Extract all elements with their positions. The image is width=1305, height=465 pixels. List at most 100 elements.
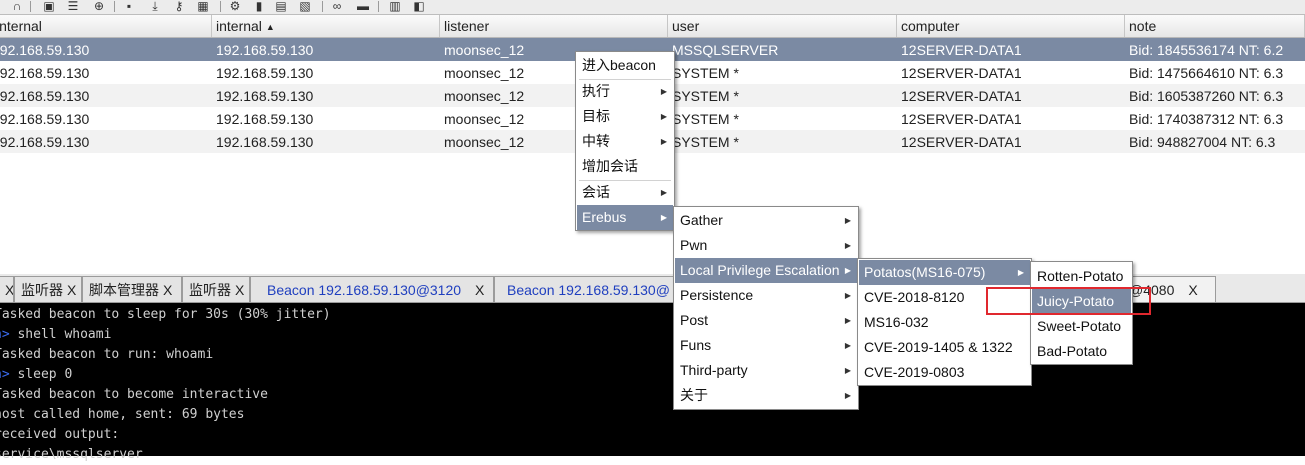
- cell-user: SYSTEM *: [672, 88, 739, 104]
- save-icon[interactable]: ▪: [122, 0, 136, 12]
- column-header-user[interactable]: user: [668, 15, 897, 37]
- sort-ascending-icon: ▲: [265, 22, 275, 32]
- list-icon[interactable]: ☰: [66, 0, 80, 12]
- cell-listener: moonsec_12: [444, 65, 525, 81]
- menu-item-erebus[interactable]: Erebus ▶: [577, 205, 673, 230]
- menu-item-cve-2019-1405-1322[interactable]: CVE-2019-1405 & 1322: [859, 335, 1030, 360]
- terminal-icon[interactable]: ▣: [42, 0, 56, 12]
- notes-icon[interactable]: ▥: [388, 0, 402, 12]
- menu-item-target[interactable]: 目标 ▶: [577, 104, 673, 129]
- cell-external: 192.168.59.130: [0, 42, 90, 58]
- submenu-arrow-icon: ▶: [844, 266, 851, 275]
- menu-item-funs[interactable]: Funs ▶: [675, 333, 857, 358]
- tab-listeners[interactable]: 监听器 X: [14, 276, 82, 302]
- menu-item-local-privilege-escalation[interactable]: Local Privilege Escalation ▶: [675, 258, 857, 283]
- submenu-arrow-icon: ▶: [660, 188, 667, 197]
- sessions-table-header: internal internal ▲ listener user compute…: [0, 15, 1305, 38]
- column-header-internal[interactable]: internal ▲: [212, 15, 440, 37]
- menu-item-pivot[interactable]: 中转 ▶: [577, 129, 673, 154]
- image-icon[interactable]: ▦: [196, 0, 210, 12]
- menu-item-execute[interactable]: 执行 ▶: [577, 79, 673, 104]
- menu-item-post[interactable]: Post ▶: [675, 308, 857, 333]
- submenu-arrow-icon: ▶: [844, 291, 851, 300]
- download-icon[interactable]: ⤓: [148, 0, 162, 12]
- close-tab-icon[interactable]: X: [475, 282, 484, 298]
- menu-item-spawn-session[interactable]: 增加会话: [577, 154, 673, 179]
- close-tab-icon[interactable]: X: [1188, 282, 1197, 298]
- menu-item-sweet-potato[interactable]: Sweet-Potato: [1032, 314, 1131, 339]
- coffee-icon[interactable]: ▮: [252, 0, 266, 12]
- submenu-arrow-icon: ▶: [844, 341, 851, 350]
- cell-computer: 12SERVER-DATA1: [901, 42, 1022, 58]
- gear-icon[interactable]: ⚙: [228, 0, 242, 12]
- cell-user: SYSTEM *: [672, 111, 739, 127]
- tab-event-log[interactable]: X: [0, 276, 14, 302]
- tab-listeners-2[interactable]: 监听器 X: [182, 276, 250, 302]
- menu-item-third-party[interactable]: Third-party ▶: [675, 358, 857, 383]
- menu-item-cve-2019-0803[interactable]: CVE-2019-0803: [859, 360, 1030, 385]
- column-header-note[interactable]: note: [1125, 15, 1305, 37]
- submenu-arrow-icon: ▶: [660, 137, 667, 146]
- menu-item-gather[interactable]: Gather ▶: [675, 208, 857, 233]
- submenu-arrow-icon: ▶: [844, 366, 851, 375]
- console-line: n> sleep 0: [0, 367, 73, 382]
- close-tab-icon[interactable]: X: [235, 282, 244, 298]
- link-icon[interactable]: ∞: [330, 0, 344, 12]
- target-icon[interactable]: ⊕: [92, 0, 106, 12]
- column-header-listener[interactable]: listener: [440, 15, 668, 37]
- console-line: service\mssqlserver: [0, 447, 143, 462]
- console-line: Tasked beacon to become interactive: [0, 387, 268, 402]
- tab-beacon-3120[interactable]: Beacon 192.168.59.130@3120 X: [250, 276, 494, 302]
- toolbar-separator: [322, 1, 323, 12]
- console-line: n> shell whoami: [0, 327, 112, 342]
- column-header-computer[interactable]: computer: [897, 15, 1125, 37]
- menu-item-interact[interactable]: 进入beacon: [577, 53, 673, 78]
- console-line: Tasked beacon to sleep for 30s (30% jitt…: [0, 307, 331, 322]
- cell-user: MSSQLSERVER: [672, 42, 779, 58]
- menu-item-session[interactable]: 会话 ▶: [577, 180, 673, 205]
- lpe-submenu: Potatos(MS16-075) ▶ CVE-2018-8120 MS16-03…: [857, 258, 1032, 386]
- menu-item-bad-potato[interactable]: Bad-Potato: [1032, 339, 1131, 364]
- cell-computer: 12SERVER-DATA1: [901, 88, 1022, 104]
- menu-item-potatos[interactable]: Potatos(MS16-075) ▶: [859, 260, 1030, 285]
- tab-beacon[interactable]: Beacon 192.168.59.130@: [494, 276, 694, 302]
- menu-item-rotten-potato[interactable]: Rotten-Potato: [1032, 264, 1131, 289]
- box-icon[interactable]: ◧: [412, 0, 426, 12]
- cell-user: SYSTEM *: [672, 65, 739, 81]
- toolbar-separator: [220, 1, 221, 12]
- close-tab-icon[interactable]: X: [163, 282, 172, 298]
- image-icon[interactable]: ▧: [298, 0, 312, 12]
- headphones-icon[interactable]: ∩: [10, 0, 24, 12]
- key-icon[interactable]: ⚷: [172, 0, 186, 12]
- menu-item-persistence[interactable]: Persistence ▶: [675, 283, 857, 308]
- submenu-arrow-icon: ▶: [660, 213, 667, 222]
- document-icon[interactable]: ▤: [274, 0, 288, 12]
- cell-external: 192.168.59.130: [0, 111, 90, 127]
- column-header-external[interactable]: internal: [0, 15, 212, 37]
- toolbar-separator: [378, 1, 379, 12]
- cell-user: SYSTEM *: [672, 134, 739, 150]
- toolbar: ∩ ▣ ☰ ⊕ ▪ ⤓ ⚷ ▦ ⚙ ▮ ▤ ▧ ∞ ▬ ▥ ◧: [0, 0, 1305, 15]
- cell-external: 192.168.59.130: [0, 65, 90, 81]
- toolbar-separator: [114, 1, 115, 12]
- cell-external: 192.168.59.130: [0, 134, 90, 150]
- session-context-menu: 进入beacon 执行 ▶ 目标 ▶ 中转 ▶ 增加会话 会话 ▶ Erebus ▶: [575, 51, 675, 231]
- cell-note: Bid: 1605387260 NT: 6.3: [1129, 88, 1284, 104]
- console-line: host called home, sent: 69 bytes: [0, 407, 245, 422]
- cell-note: Bid: 1740387312 NT: 6.3: [1129, 111, 1284, 127]
- menu-item-pwn[interactable]: Pwn ▶: [675, 233, 857, 258]
- cell-internal: 192.168.59.130: [216, 134, 314, 150]
- console-line: received output:: [0, 427, 120, 442]
- submenu-arrow-icon: ▶: [660, 112, 667, 121]
- toolbar-separator: [30, 1, 31, 12]
- close-tab-icon[interactable]: X: [67, 282, 76, 298]
- tab-script-manager[interactable]: 脚本管理器 X: [82, 276, 182, 302]
- menu-item-about[interactable]: 关于 ▶: [675, 383, 857, 408]
- submenu-arrow-icon: ▶: [660, 87, 667, 96]
- cell-note: Bid: 948827004 NT: 6.3: [1129, 134, 1276, 150]
- cloud-icon[interactable]: ▬: [356, 0, 370, 12]
- cell-computer: 12SERVER-DATA1: [901, 65, 1022, 81]
- cell-computer: 12SERVER-DATA1: [901, 134, 1022, 150]
- cell-listener: moonsec_12: [444, 88, 525, 104]
- cell-internal: 192.168.59.130: [216, 65, 314, 81]
